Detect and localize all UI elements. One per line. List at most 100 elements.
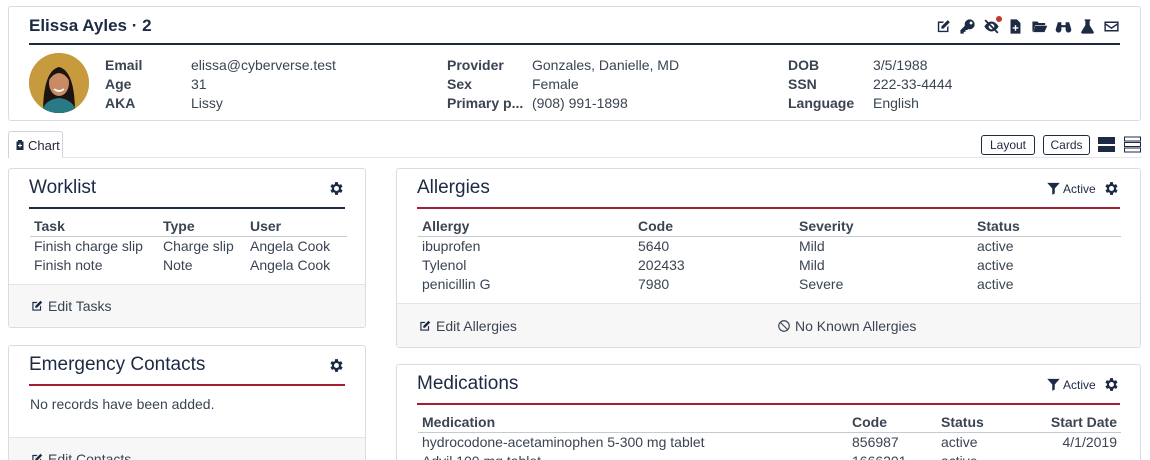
edit-icon: [30, 452, 44, 460]
worklist-card: Worklist Task Type User Finish charge sl…: [8, 168, 366, 328]
language-value: English: [873, 95, 919, 111]
allergies-table: Allergy Code Severity Status ibuprofen 5…: [418, 216, 1121, 293]
column-header-status: Status: [973, 216, 1121, 237]
emergency-contacts-card: Emergency Contacts No records have been …: [8, 345, 366, 460]
medications-title: Medications: [417, 373, 519, 394]
column-header-allergy: Allergy: [418, 216, 634, 237]
task-cell: Finish note: [34, 256, 103, 273]
status-cell: active: [977, 256, 1014, 273]
age-value: 31: [191, 76, 207, 92]
allergy-cell: penicillin G: [422, 275, 491, 292]
worklist-divider: [29, 207, 345, 209]
status-cell: active: [937, 451, 1027, 460]
worklist-table: Task Type User Finish charge slip Charge…: [30, 216, 347, 274]
binoculars-icon[interactable]: [1054, 17, 1072, 35]
envelope-icon[interactable]: [1102, 17, 1120, 35]
two-row-layout-icon[interactable]: [1098, 136, 1115, 153]
field-labels-col3: DOB SSN Language: [788, 56, 854, 113]
edit-allergies-button[interactable]: Edit Allergies: [418, 318, 517, 334]
provider-label: Provider: [447, 57, 504, 73]
edit-contacts-label: Edit Contacts: [48, 451, 132, 460]
severity-cell: Mild: [799, 256, 825, 273]
folder-open-icon[interactable]: [1030, 17, 1048, 35]
provider-value: Gonzales, Danielle, MD: [532, 57, 680, 73]
gear-icon[interactable]: [328, 180, 345, 197]
allergy-cell: Tylenol: [422, 256, 467, 273]
emergency-contacts-title: Emergency Contacts: [29, 354, 206, 375]
cards-button[interactable]: Cards: [1043, 135, 1090, 155]
gear-icon[interactable]: [1103, 180, 1120, 197]
type-cell: Charge slip: [163, 237, 234, 254]
status-cell: active: [941, 433, 978, 450]
edit-contacts-button[interactable]: Edit Contacts: [30, 451, 131, 460]
active-filter[interactable]: Active: [1046, 181, 1096, 196]
file-plus-icon[interactable]: [1006, 17, 1024, 35]
ssn-label: SSN: [788, 76, 817, 92]
edit-tasks-button[interactable]: Edit Tasks: [30, 298, 112, 314]
edit-icon[interactable]: [934, 17, 952, 35]
table-row[interactable]: Tylenol 202433 Mild active: [418, 255, 1121, 274]
code-cell: 202433: [638, 256, 685, 273]
tab-chart[interactable]: Chart: [8, 131, 63, 158]
column-header-code: Code: [634, 216, 795, 237]
table-row[interactable]: Advil 100 mg tablet 1666201 active: [418, 451, 1121, 460]
dob-label: DOB: [788, 57, 820, 73]
column-header-start-date: Start Date: [1027, 412, 1121, 433]
column-header-code: Code: [848, 412, 937, 433]
severity-cell: Severe: [799, 275, 844, 292]
medication-cell: hydrocodone-acetaminophen 5-300 mg table…: [422, 433, 705, 450]
medications-card: Medications Active Medication Code Statu…: [396, 364, 1141, 460]
allergies-divider: [417, 207, 1120, 209]
task-cell: Finish charge slip: [34, 237, 143, 254]
severity-cell: Mild: [799, 237, 825, 254]
code-cell: 856987: [852, 433, 899, 450]
gear-icon[interactable]: [1103, 376, 1120, 393]
aka-value: Lissy: [191, 95, 223, 111]
clipboard-plus-icon: [16, 140, 24, 150]
field-values-col3: 3/5/1988 222-33-4444 English: [873, 56, 952, 113]
table-row[interactable]: hydrocodone-acetaminophen 5-300 mg table…: [418, 432, 1121, 451]
gear-icon[interactable]: [328, 357, 345, 374]
dob-value: 3/5/1988: [873, 57, 928, 73]
allergy-cell: ibuprofen: [422, 237, 481, 254]
column-header-severity: Severity: [795, 216, 973, 237]
flask-icon[interactable]: [1078, 17, 1096, 35]
key-icon[interactable]: [958, 17, 976, 35]
status-cell: active: [977, 237, 1014, 254]
table-row[interactable]: Finish note Note Angela Cook: [30, 255, 347, 274]
status-cell: active: [977, 275, 1014, 292]
field-values-col2: Gonzales, Danielle, MD Female (908) 991-…: [532, 56, 679, 113]
column-header-medication: Medication: [418, 412, 848, 433]
allergies-card: Allergies Active Allergy Code Severity S…: [396, 168, 1141, 348]
eye-slash-icon[interactable]: [982, 16, 1002, 35]
list-layout-icon[interactable]: [1124, 136, 1141, 153]
primary-phone-label: Primary p...: [447, 95, 524, 111]
field-values-col1: elissa@cyberverse.test 31 Lissy: [191, 56, 336, 113]
medications-divider: [417, 403, 1120, 405]
filter-label: Active: [1063, 377, 1096, 392]
layout-button[interactable]: Layout: [981, 135, 1035, 155]
worklist-footer: Edit Tasks: [9, 284, 365, 327]
medication-cell: Advil 100 mg tablet: [418, 451, 848, 460]
filter-label: Active: [1063, 181, 1096, 196]
table-row[interactable]: ibuprofen 5640 Mild active: [418, 236, 1121, 255]
type-cell: Note: [163, 256, 193, 273]
allergies-footer: Edit Allergies No Known Allergies: [397, 303, 1140, 347]
table-row[interactable]: Finish charge slip Charge slip Angela Co…: [30, 236, 347, 255]
no-known-allergies-button[interactable]: No Known Allergies: [777, 318, 916, 334]
active-filter[interactable]: Active: [1046, 377, 1096, 392]
primary-phone-value: (908) 991-1898: [532, 95, 628, 111]
sex-value: Female: [532, 76, 579, 92]
tab-chart-label: Chart: [28, 137, 60, 153]
filter-icon: [1046, 181, 1061, 196]
sex-label: Sex: [447, 76, 472, 92]
ssn-value: 222-33-4444: [873, 76, 953, 92]
field-labels-col2: Provider Sex Primary p...: [447, 56, 523, 113]
table-row[interactable]: penicillin G 7980 Severe active: [418, 274, 1121, 293]
emergency-footer: Edit Contacts: [9, 437, 365, 460]
medications-table: Medication Code Status Start Date hydroc…: [418, 412, 1121, 460]
start-date-cell: [1027, 451, 1121, 460]
edit-tasks-label: Edit Tasks: [48, 298, 112, 314]
filter-icon: [1046, 377, 1061, 392]
language-label: Language: [788, 95, 855, 111]
